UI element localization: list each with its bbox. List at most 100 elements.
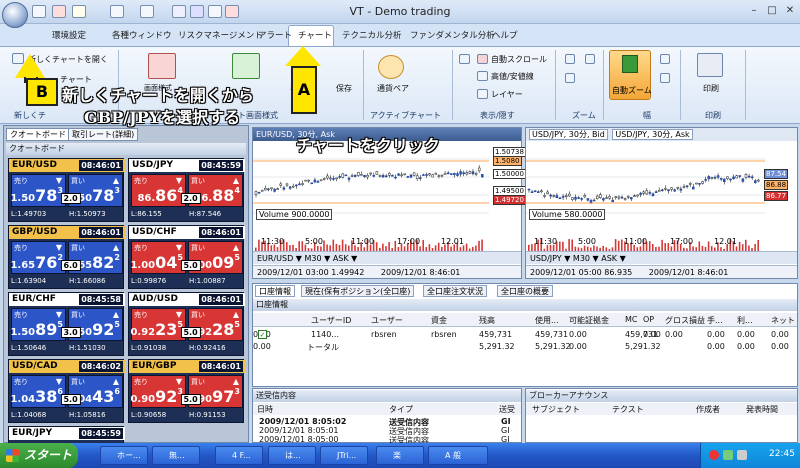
hl-line-button[interactable]: 高値/安値線 xyxy=(491,71,534,82)
quote-card[interactable]: EUR/USD 08:46:01 売り ▼ 1.50783 買い ▲ 1.5078… xyxy=(8,158,125,222)
taskbar-item[interactable]: は... xyxy=(268,446,316,465)
tray-icon[interactable] xyxy=(723,450,733,460)
new-format-icon[interactable] xyxy=(232,53,260,79)
chart-format-group-label: ト画面様式 xyxy=(238,111,278,120)
chart-toolbar[interactable]: EUR/USD ▼ M30 ▼ ASK ▼ xyxy=(253,251,521,264)
tab-fundamental[interactable]: ファンダメンタル分析 xyxy=(410,29,495,41)
tab-alert[interactable]: アラート xyxy=(258,29,292,41)
col-text: テクスト xyxy=(612,405,644,414)
account-col-header[interactable]: OP xyxy=(643,315,654,324)
undo-icon[interactable] xyxy=(52,5,66,18)
print-icon[interactable] xyxy=(697,53,723,77)
taskbar-item[interactable]: 楽 xyxy=(376,446,424,465)
quote-card[interactable]: EUR/CHF08:45:58 売り ▼ 1.50895 買い ▲ 1.5092… xyxy=(8,292,125,356)
tab-help[interactable]: ヘルプ xyxy=(492,29,518,41)
tab-orders[interactable]: 全口座注文状況 xyxy=(423,285,487,297)
chart-window-usdjpy[interactable]: USD/JPY, 30分, Bid USD/JPY, 30分, Ask Volu… xyxy=(525,127,798,279)
list-icon[interactable] xyxy=(110,5,124,18)
width-decrease-icon[interactable] xyxy=(660,73,670,83)
exit-icon[interactable] xyxy=(225,5,239,18)
taskbar-item[interactable]: 無... xyxy=(152,446,200,465)
minimize-button[interactable]: – xyxy=(746,4,762,18)
candle-body xyxy=(279,183,283,186)
low-value: L:86.155 xyxy=(131,210,162,218)
account-col-header[interactable]: 利... xyxy=(737,315,753,326)
sell-box[interactable]: 売り ▼ 1.65762 xyxy=(10,241,66,274)
sell-box[interactable]: 売り ▼ 0.90923 xyxy=(130,375,186,408)
account-col-header[interactable]: 可能証拠金 xyxy=(569,315,609,326)
up-arrow-icon: ▲ xyxy=(112,243,119,252)
layer-button[interactable]: レイヤー xyxy=(491,89,523,100)
account-col-header[interactable]: 手... xyxy=(707,315,723,326)
account-col-header[interactable]: 資金 xyxy=(431,315,447,326)
app-logo[interactable] xyxy=(2,2,28,28)
account-col-header[interactable]: ユーザーID xyxy=(311,315,351,326)
taskbar-item[interactable]: JTri... xyxy=(320,446,368,465)
quote-card[interactable]: USD/JPY 08:45:59 売り ▼ 86.864 買い ▲ 86.884 … xyxy=(128,158,245,222)
tab-chart[interactable]: チャート xyxy=(298,29,332,41)
sell-box[interactable]: 売り ▼ 0.92235 xyxy=(130,308,186,341)
spread-badge: 5.0 xyxy=(180,260,201,271)
tray-icon[interactable] xyxy=(709,450,719,460)
chart-tab-ask[interactable]: USD/JPY, 30分, Ask xyxy=(612,129,693,140)
tab-risk[interactable]: リスクマネージメント xyxy=(178,29,263,41)
candle-body xyxy=(533,190,537,193)
close-button[interactable]: ✕ xyxy=(782,4,798,18)
currency-pair-button[interactable]: 通貨ペア xyxy=(377,83,409,94)
zoom-fit-icon[interactable] xyxy=(565,73,575,83)
tab-positions[interactable]: 現在(保有ポジション(全口座) xyxy=(301,285,415,297)
width-increase-icon[interactable] xyxy=(660,54,670,64)
sell-box[interactable]: 売り ▼ 1.04386 xyxy=(10,375,66,408)
auto-zoom-button[interactable]: 自動ズーム xyxy=(609,50,652,100)
quote-card[interactable]: GBP/USD08:46:01 売り ▼ 1.65762 買い ▲ 1.6582… xyxy=(8,225,125,289)
maximize-button[interactable]: □ xyxy=(764,4,780,18)
print-button[interactable]: 印刷 xyxy=(703,83,719,94)
help-icon[interactable] xyxy=(190,5,204,18)
account-checkbox[interactable]: ✓ xyxy=(258,330,267,339)
zoom-out-icon[interactable] xyxy=(585,54,595,64)
usdjpy-candles[interactable] xyxy=(526,141,797,238)
quote-card[interactable]: EUR/GBP08:46:01 売り ▼ 0.90923 買い ▲ 0.9097… xyxy=(128,359,245,423)
save-format-button[interactable]: 保存 xyxy=(336,83,352,94)
tab-rate-detail[interactable]: 取引レート(詳細) xyxy=(68,128,139,141)
sell-box[interactable]: 売り ▼ 1.50895 xyxy=(10,308,66,341)
tab-account-info[interactable]: 口座情報 xyxy=(255,285,295,297)
tab-windows[interactable]: 各種ウィンドウ xyxy=(112,29,172,41)
tab-quote-board[interactable]: クオートボード xyxy=(6,128,70,141)
candle-body xyxy=(695,182,698,185)
account-col-header[interactable]: 使用... xyxy=(535,315,559,326)
account-col-header[interactable]: グロス損益 xyxy=(665,315,705,326)
zoom-in-icon[interactable] xyxy=(565,54,575,64)
taskbar-item[interactable]: A 般 xyxy=(428,446,488,465)
tray-icon[interactable] xyxy=(737,450,747,460)
clipboard-icon[interactable] xyxy=(72,5,86,18)
account-col-header[interactable]: ネット xyxy=(771,315,795,326)
currency-pair-icon[interactable] xyxy=(378,55,404,79)
tab-summary[interactable]: 全口座の概要 xyxy=(497,285,553,297)
account-col-header[interactable]: ユーザー xyxy=(371,315,403,326)
sell-box[interactable]: 売り ▼ 86.864 xyxy=(131,174,186,207)
auto-scroll-button[interactable]: 自動スクロール xyxy=(491,54,547,65)
save-icon[interactable] xyxy=(32,5,46,18)
quote-card[interactable]: USD/CHF08:46:01 売り ▼ 1.00045 買い ▲ 1.0009… xyxy=(128,225,245,289)
tab-settings[interactable]: 環境設定 xyxy=(52,29,86,41)
sell-box[interactable]: 売り ▼ 1.00045 xyxy=(130,241,186,274)
account-col-header[interactable]: MC xyxy=(625,315,638,324)
sell-box[interactable]: 売り ▼ 1.50783 xyxy=(10,174,66,207)
chart-toolbar[interactable]: USD/JPY ▼ M30 ▼ ASK ▼ xyxy=(526,251,797,264)
window-icon[interactable] xyxy=(140,5,154,18)
chart-format-icon[interactable] xyxy=(148,53,176,79)
candle-body xyxy=(344,174,348,177)
taskbar-item[interactable]: ホー... xyxy=(100,446,148,465)
quote-card[interactable]: EUR/JPY 08:45:59 xyxy=(8,426,125,444)
taskbar-item[interactable]: 4 F... xyxy=(215,446,263,465)
pair-name: USD/CHF xyxy=(132,227,177,237)
account-col-header[interactable]: 残高 xyxy=(479,315,495,326)
broker-table-header: サブジェクト テクスト 作成者 発表時間 xyxy=(526,403,797,415)
bar-chart-icon[interactable] xyxy=(172,5,186,18)
quote-card[interactable]: AUD/USD08:46:01 売り ▼ 0.92235 買い ▲ 0.9228… xyxy=(128,292,245,356)
quote-card[interactable]: USD/CAD08:46:02 売り ▼ 1.04386 買い ▲ 1.0443… xyxy=(8,359,125,423)
chart-tab-bid[interactable]: USD/JPY, 30分, Bid xyxy=(529,129,608,140)
tab-technical[interactable]: テクニカル分析 xyxy=(342,29,402,41)
info-icon[interactable] xyxy=(208,5,222,18)
